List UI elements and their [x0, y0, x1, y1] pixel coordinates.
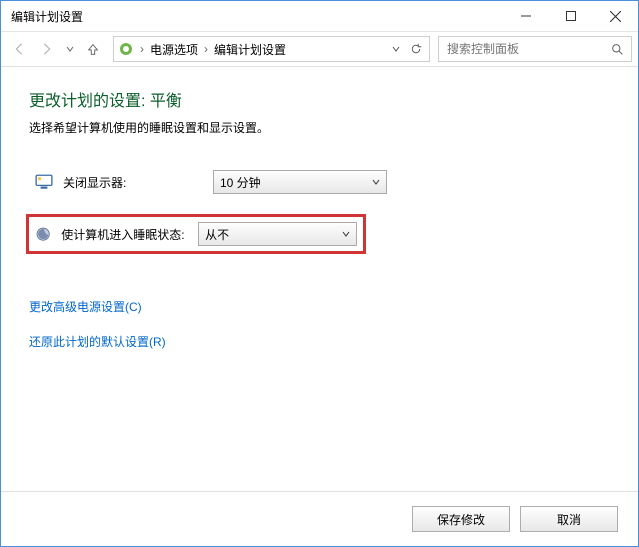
restore-defaults-link[interactable]: 还原此计划的默认设置(R): [29, 333, 610, 350]
chevron-down-icon: [392, 45, 400, 53]
minimize-icon: [521, 11, 531, 21]
window-title: 编辑计划设置: [1, 8, 503, 25]
up-button[interactable]: [81, 37, 105, 61]
address-bar[interactable]: › 电源选项 › 编辑计划设置: [113, 36, 430, 62]
search-box[interactable]: [438, 36, 632, 62]
display-off-dropdown[interactable]: 10 分钟: [213, 170, 387, 194]
minimize-button[interactable]: [503, 1, 548, 31]
cancel-button[interactable]: 取消: [520, 506, 618, 532]
up-arrow-icon: [86, 42, 100, 56]
titlebar: 编辑计划设置: [1, 1, 638, 32]
navbar: › 电源选项 › 编辑计划设置: [1, 32, 638, 67]
chevron-down-icon: [372, 175, 380, 189]
refresh-button[interactable]: [407, 39, 425, 59]
search-icon: [609, 43, 625, 56]
history-dropdown[interactable]: [63, 45, 77, 53]
forward-arrow-icon: [40, 42, 54, 56]
control-panel-icon: [118, 41, 134, 57]
breadcrumb-item-power[interactable]: 电源选项: [146, 41, 202, 58]
monitor-icon: [35, 173, 53, 191]
setting-display-off: 关闭显示器: 10 分钟: [29, 166, 610, 198]
links-section: 更改高级电源设置(C) 还原此计划的默认设置(R): [29, 298, 610, 350]
sleep-label: 使计算机进入睡眠状态:: [61, 226, 188, 243]
breadcrumb-item-edit-plan[interactable]: 编辑计划设置: [210, 41, 290, 58]
search-input[interactable]: [445, 41, 609, 57]
display-off-value: 10 分钟: [220, 174, 372, 191]
advanced-power-link[interactable]: 更改高级电源设置(C): [29, 298, 610, 315]
moon-icon: [35, 225, 51, 243]
address-dropdown[interactable]: [387, 39, 405, 59]
maximize-button[interactable]: [548, 1, 593, 31]
page-heading: 更改计划的设置: 平衡: [29, 87, 610, 111]
chevron-down-icon: [342, 227, 350, 241]
sleep-value: 从不: [205, 226, 342, 243]
back-arrow-icon: [12, 42, 26, 56]
content-area: 更改计划的设置: 平衡 选择希望计算机使用的睡眠设置和显示设置。 关闭显示器: …: [1, 67, 638, 491]
sleep-dropdown[interactable]: 从不: [198, 222, 357, 246]
forward-button[interactable]: [35, 37, 59, 61]
display-off-label: 关闭显示器:: [63, 174, 203, 191]
refresh-icon: [410, 43, 422, 55]
close-icon: [610, 11, 621, 22]
save-button[interactable]: 保存修改: [412, 506, 510, 532]
setting-sleep: 使计算机进入睡眠状态: 从不: [26, 214, 366, 254]
breadcrumb-sep: ›: [202, 42, 210, 56]
back-button[interactable]: [7, 37, 31, 61]
address-right-controls: [387, 39, 425, 59]
breadcrumb: › 电源选项 › 编辑计划设置: [138, 41, 383, 58]
page-subtext: 选择希望计算机使用的睡眠设置和显示设置。: [29, 119, 610, 136]
window: 编辑计划设置 › 电源选项: [0, 0, 639, 547]
maximize-icon: [566, 11, 576, 21]
breadcrumb-sep: ›: [138, 42, 146, 56]
footer: 保存修改 取消: [1, 491, 638, 546]
close-button[interactable]: [593, 1, 638, 31]
chevron-down-icon: [66, 45, 74, 53]
